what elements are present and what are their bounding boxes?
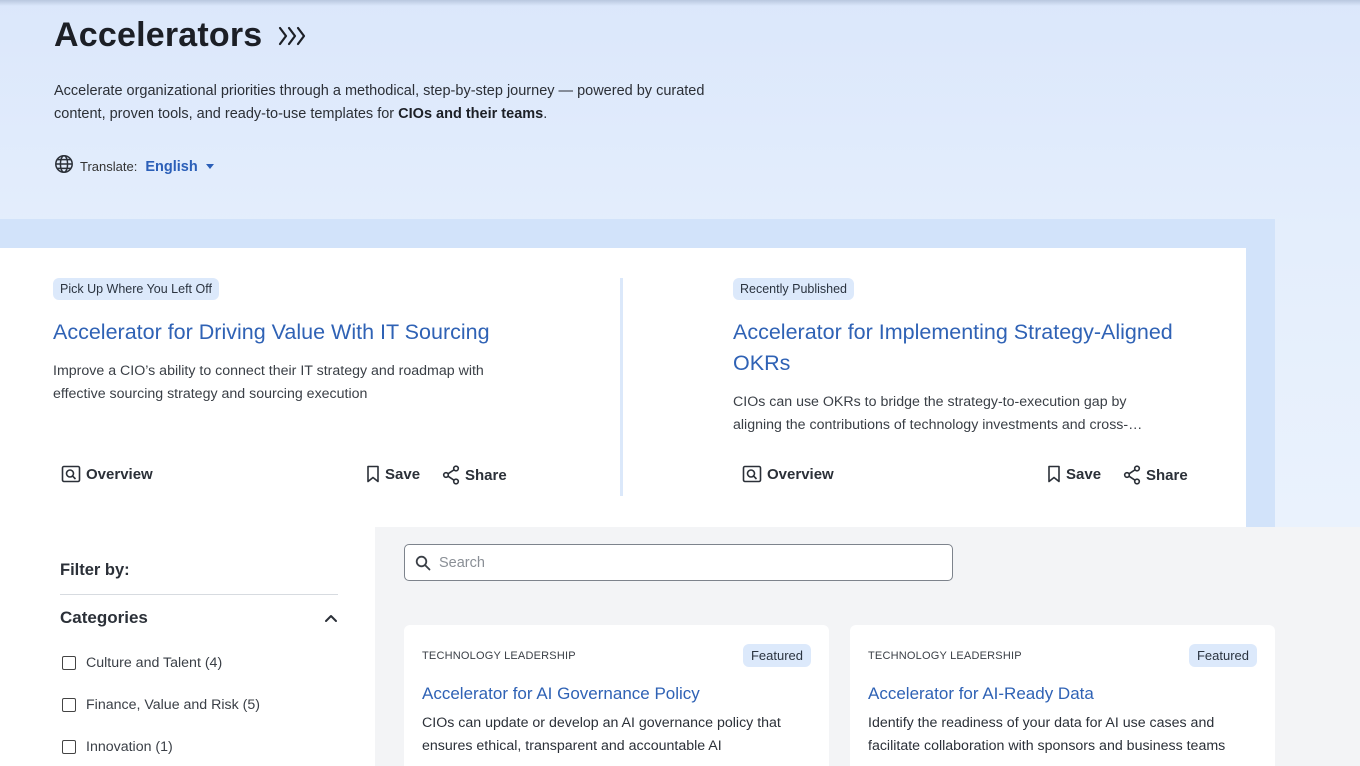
featured-badge: Pick Up Where You Left Off xyxy=(53,278,219,300)
triple-chevron-icon xyxy=(278,25,308,47)
category-label: Culture and Talent (4) xyxy=(86,655,223,671)
filter-divider xyxy=(60,594,338,595)
overview-label: Overview xyxy=(86,465,153,483)
category-filter-innovation[interactable]: Innovation (1) xyxy=(62,739,173,755)
share-button[interactable]: Share xyxy=(442,465,507,485)
categories-title: Categories xyxy=(60,608,148,627)
save-button[interactable]: Save xyxy=(1047,465,1101,483)
share-button[interactable]: Share xyxy=(1123,465,1188,485)
share-icon xyxy=(442,465,460,485)
featured-badge: Recently Published xyxy=(733,278,855,300)
result-card-1[interactable]: TECHNOLOGY LEADERSHIP Featured Accelerat… xyxy=(404,625,829,766)
hero-description-text: Accelerate organizational priorities thr… xyxy=(54,83,705,122)
overview-button[interactable]: Overview xyxy=(61,465,153,483)
share-label: Share xyxy=(465,466,507,484)
caret-down-icon xyxy=(205,164,214,169)
featured-badge: Featured xyxy=(742,644,811,667)
translate-row: Translate: English xyxy=(54,154,214,179)
overview-label: Overview xyxy=(767,465,834,483)
top-shadow xyxy=(0,0,1360,6)
featured-title-link[interactable]: Accelerator for Driving Value With IT So… xyxy=(53,317,573,348)
language-select[interactable]: English xyxy=(145,158,214,175)
bookmark-icon xyxy=(1048,465,1060,483)
result-category: TECHNOLOGY LEADERSHIP xyxy=(422,650,576,662)
hero-description-bold: CIOs and their teams xyxy=(398,106,544,122)
save-button[interactable]: Save xyxy=(366,465,420,483)
hero-description: Accelerate organizational priorities thr… xyxy=(54,80,744,126)
result-category: TECHNOLOGY LEADERSHIP xyxy=(868,650,1022,662)
overview-icon xyxy=(61,465,81,483)
checkbox[interactable] xyxy=(62,698,76,712)
category-label: Finance, Value and Risk (5) xyxy=(86,697,261,713)
result-title-link[interactable]: Accelerator for AI Governance Policy xyxy=(422,684,700,704)
checkbox[interactable] xyxy=(62,740,76,754)
categories-toggle[interactable]: Categories xyxy=(60,608,338,628)
hero-description-end: . xyxy=(543,106,548,122)
language-value: English xyxy=(145,158,198,175)
search-box[interactable] xyxy=(404,544,953,581)
category-filter-culture[interactable]: Culture and Talent (4) xyxy=(62,655,222,671)
share-label: Share xyxy=(1146,466,1188,484)
checkbox[interactable] xyxy=(62,656,76,670)
chevron-up-icon xyxy=(325,615,337,622)
page-title: Accelerators xyxy=(54,16,263,54)
overview-icon xyxy=(742,465,762,483)
result-card-2[interactable]: TECHNOLOGY LEADERSHIP Featured Accelerat… xyxy=(850,625,1275,766)
translate-label: Translate: xyxy=(80,159,138,174)
featured-title-link[interactable]: Accelerator for Implementing Strategy-Al… xyxy=(733,317,1173,379)
search-input[interactable] xyxy=(439,554,919,571)
save-label: Save xyxy=(385,465,421,483)
featured-description: CIOs can use OKRs to bridge the strategy… xyxy=(733,394,1143,433)
title-row: Accelerators xyxy=(54,16,308,55)
category-label: Innovation (1) xyxy=(86,739,173,755)
bookmark-icon xyxy=(367,465,379,483)
overview-button[interactable]: Overview xyxy=(742,465,834,483)
featured-description: Improve a CIO’s ability to connect their… xyxy=(53,363,484,402)
result-description: CIOs can update or develop an AI governa… xyxy=(422,715,781,754)
globe-icon xyxy=(54,154,74,179)
result-title-link[interactable]: Accelerator for AI-Ready Data xyxy=(868,684,1094,704)
save-label: Save xyxy=(1066,465,1102,483)
share-icon xyxy=(1123,465,1141,485)
result-description: Identify the readiness of your data for … xyxy=(868,715,1226,754)
featured-divider xyxy=(620,278,623,496)
filter-title: Filter by: xyxy=(60,561,130,579)
search-icon xyxy=(415,555,431,570)
featured-badge: Featured xyxy=(1188,644,1257,667)
category-filter-finance[interactable]: Finance, Value and Risk (5) xyxy=(62,697,260,713)
